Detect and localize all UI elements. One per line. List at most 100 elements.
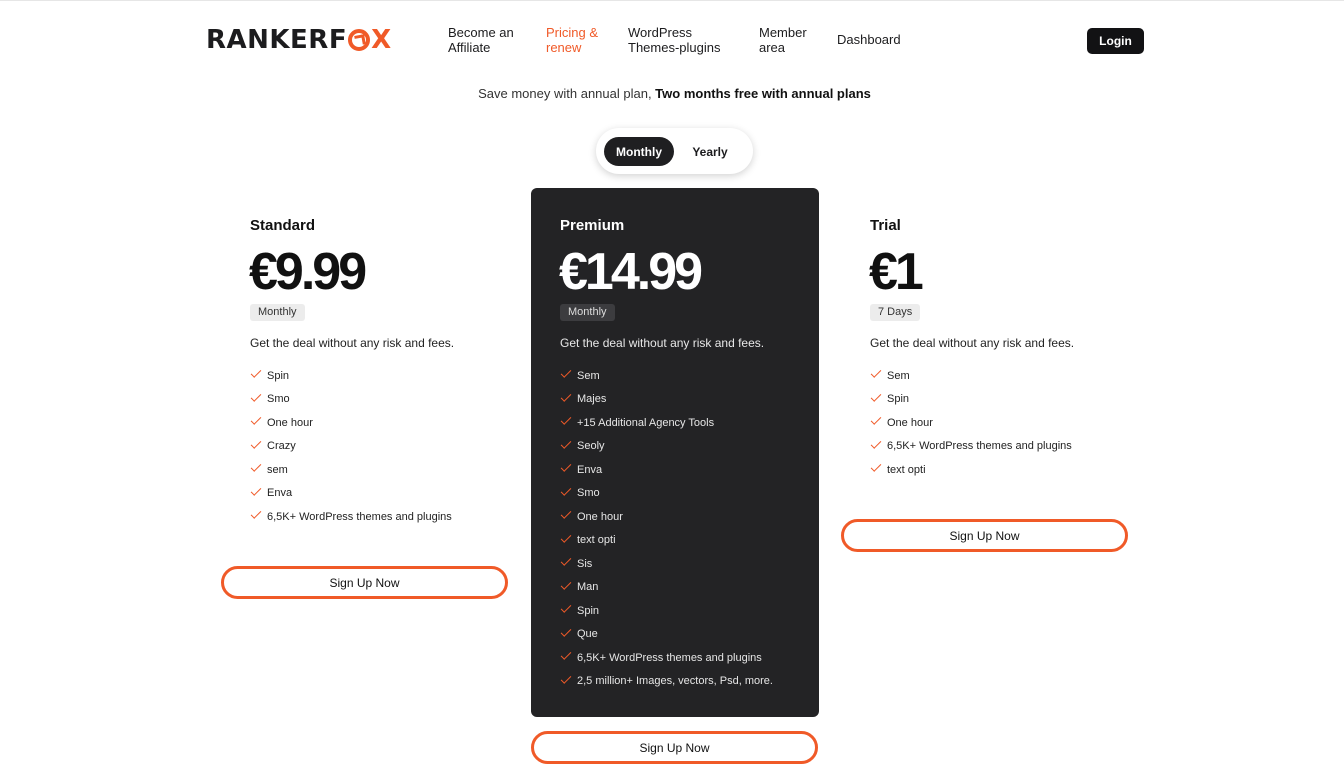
feature-item: Majes bbox=[560, 388, 773, 412]
check-icon bbox=[870, 441, 881, 448]
feature-item: Smo bbox=[250, 388, 452, 412]
feature-item: 6,5K+ WordPress themes and plugins bbox=[250, 505, 452, 529]
billing-toggle: Monthly Yearly bbox=[596, 128, 753, 174]
feature-item: text opti bbox=[560, 529, 773, 553]
feature-label: 2,5 million+ Images, vectors, Psd, more. bbox=[577, 675, 773, 688]
feature-item: 6,5K+ WordPress themes and plugins bbox=[870, 435, 1072, 459]
feature-item: Crazy bbox=[250, 435, 452, 459]
feature-label: Enva bbox=[267, 487, 293, 500]
feature-label: One hour bbox=[887, 416, 933, 429]
login-button[interactable]: Login bbox=[1087, 28, 1144, 54]
plan-description: Get the deal without any risk and fees. bbox=[870, 336, 1075, 350]
signup-button-trial[interactable]: Sign Up Now bbox=[841, 519, 1128, 552]
plan-card-premium: Premium €14.99 Monthly Get the deal with… bbox=[531, 188, 819, 717]
feature-list: Sem Majes +15 Additional Agency Tools Seoly… bbox=[560, 364, 773, 693]
check-icon bbox=[560, 417, 571, 424]
feature-item: Spin bbox=[250, 364, 452, 388]
nav-wordpress-themes-plugins[interactable]: WordPress Themes-plugins bbox=[628, 25, 738, 55]
feature-item: Smo bbox=[560, 482, 773, 506]
plan-price: €14.99 bbox=[559, 243, 703, 301]
check-icon bbox=[560, 370, 571, 377]
plan-name: Premium bbox=[560, 217, 625, 234]
check-icon bbox=[560, 582, 571, 589]
toggle-monthly[interactable]: Monthly bbox=[604, 137, 674, 166]
feature-label: Spin bbox=[577, 604, 600, 617]
feature-item: +15 Additional Agency Tools bbox=[560, 411, 773, 435]
feature-label: +15 Additional Agency Tools bbox=[577, 416, 715, 429]
check-icon bbox=[560, 535, 571, 542]
feature-label: One hour bbox=[267, 416, 313, 429]
check-icon bbox=[250, 370, 261, 377]
check-icon bbox=[560, 629, 571, 636]
feature-label: Sem bbox=[577, 369, 600, 382]
site-logo[interactable]: RANKERF X bbox=[206, 25, 392, 55]
feature-item: Enva bbox=[250, 482, 452, 506]
subtitle-plain: Save money with annual plan, bbox=[478, 86, 656, 101]
plan-description: Get the deal without any risk and fees. bbox=[560, 336, 765, 350]
feature-item: One hour bbox=[870, 411, 1072, 435]
feature-label: 6,5K+ WordPress themes and plugins bbox=[887, 440, 1072, 453]
nav-pricing-renew[interactable]: Pricing & renew bbox=[546, 25, 610, 55]
feature-label: 6,5K+ WordPress themes and plugins bbox=[577, 651, 762, 664]
nav-member-area[interactable]: Member area bbox=[759, 25, 819, 55]
nav-become-affiliate[interactable]: Become an Affiliate bbox=[448, 25, 528, 55]
feature-item: Enva bbox=[560, 458, 773, 482]
logo-text-main: RANKERF bbox=[206, 25, 348, 55]
feature-item: sem bbox=[250, 458, 452, 482]
fox-logo-icon bbox=[348, 29, 371, 51]
check-icon bbox=[250, 441, 261, 448]
plan-description: Get the deal without any risk and fees. bbox=[250, 336, 455, 350]
feature-item: 6,5K+ WordPress themes and plugins bbox=[560, 646, 773, 670]
check-icon bbox=[560, 676, 571, 683]
check-icon bbox=[870, 394, 881, 401]
plan-period-badge: Monthly bbox=[560, 304, 615, 321]
feature-item: Sis bbox=[560, 552, 773, 576]
nav-dashboard[interactable]: Dashboard bbox=[837, 32, 917, 47]
feature-list: Spin Smo One hour Crazy sem Enva 6,5K+ WordPre… bbox=[250, 364, 452, 529]
signup-button-premium[interactable]: Sign Up Now bbox=[531, 731, 818, 764]
feature-label: One hour bbox=[577, 510, 623, 523]
feature-item: Man bbox=[560, 576, 773, 600]
feature-label: 6,5K+ WordPress themes and plugins bbox=[267, 510, 452, 523]
check-icon bbox=[250, 464, 261, 471]
signup-button-standard[interactable]: Sign Up Now bbox=[221, 566, 508, 599]
feature-label: Crazy bbox=[267, 440, 296, 453]
feature-item: 2,5 million+ Images, vectors, Psd, more. bbox=[560, 670, 773, 694]
check-icon bbox=[250, 511, 261, 518]
feature-item: One hour bbox=[560, 505, 773, 529]
logo-text-end: X bbox=[371, 25, 392, 55]
check-icon bbox=[560, 558, 571, 565]
feature-label: Que bbox=[577, 628, 598, 641]
check-icon bbox=[560, 605, 571, 612]
check-icon bbox=[560, 464, 571, 471]
feature-label: Majes bbox=[577, 393, 607, 406]
feature-label: Sem bbox=[887, 369, 910, 382]
plan-price: €1 bbox=[869, 243, 924, 301]
check-icon bbox=[250, 394, 261, 401]
feature-label: Man bbox=[577, 581, 599, 594]
feature-label: Sis bbox=[577, 557, 593, 570]
toggle-yearly[interactable]: Yearly bbox=[676, 137, 744, 166]
plan-name: Standard bbox=[250, 217, 316, 234]
feature-item: One hour bbox=[250, 411, 452, 435]
check-icon bbox=[250, 417, 261, 424]
plan-name: Trial bbox=[870, 217, 901, 234]
feature-label: Spin bbox=[267, 369, 290, 382]
plan-price: €9.99 bbox=[249, 243, 367, 301]
pricing-subtitle: Save money with annual plan, Two months … bbox=[0, 86, 1344, 101]
feature-label: Seoly bbox=[577, 440, 605, 453]
feature-label: Enva bbox=[577, 463, 603, 476]
plan-period-badge: 7 Days bbox=[870, 304, 921, 321]
check-icon bbox=[250, 488, 261, 495]
check-icon bbox=[870, 370, 881, 377]
top-divider bbox=[0, 0, 1344, 1]
feature-label: Smo bbox=[577, 487, 600, 500]
feature-item: text opti bbox=[870, 458, 1072, 482]
check-icon bbox=[870, 417, 881, 424]
feature-label: sem bbox=[267, 463, 288, 476]
feature-list: Sem Spin One hour 6,5K+ WordPress themes an… bbox=[870, 364, 1072, 482]
plan-period-badge: Monthly bbox=[250, 304, 305, 321]
feature-label: Spin bbox=[887, 393, 910, 406]
check-icon bbox=[560, 652, 571, 659]
feature-label: Smo bbox=[267, 393, 290, 406]
